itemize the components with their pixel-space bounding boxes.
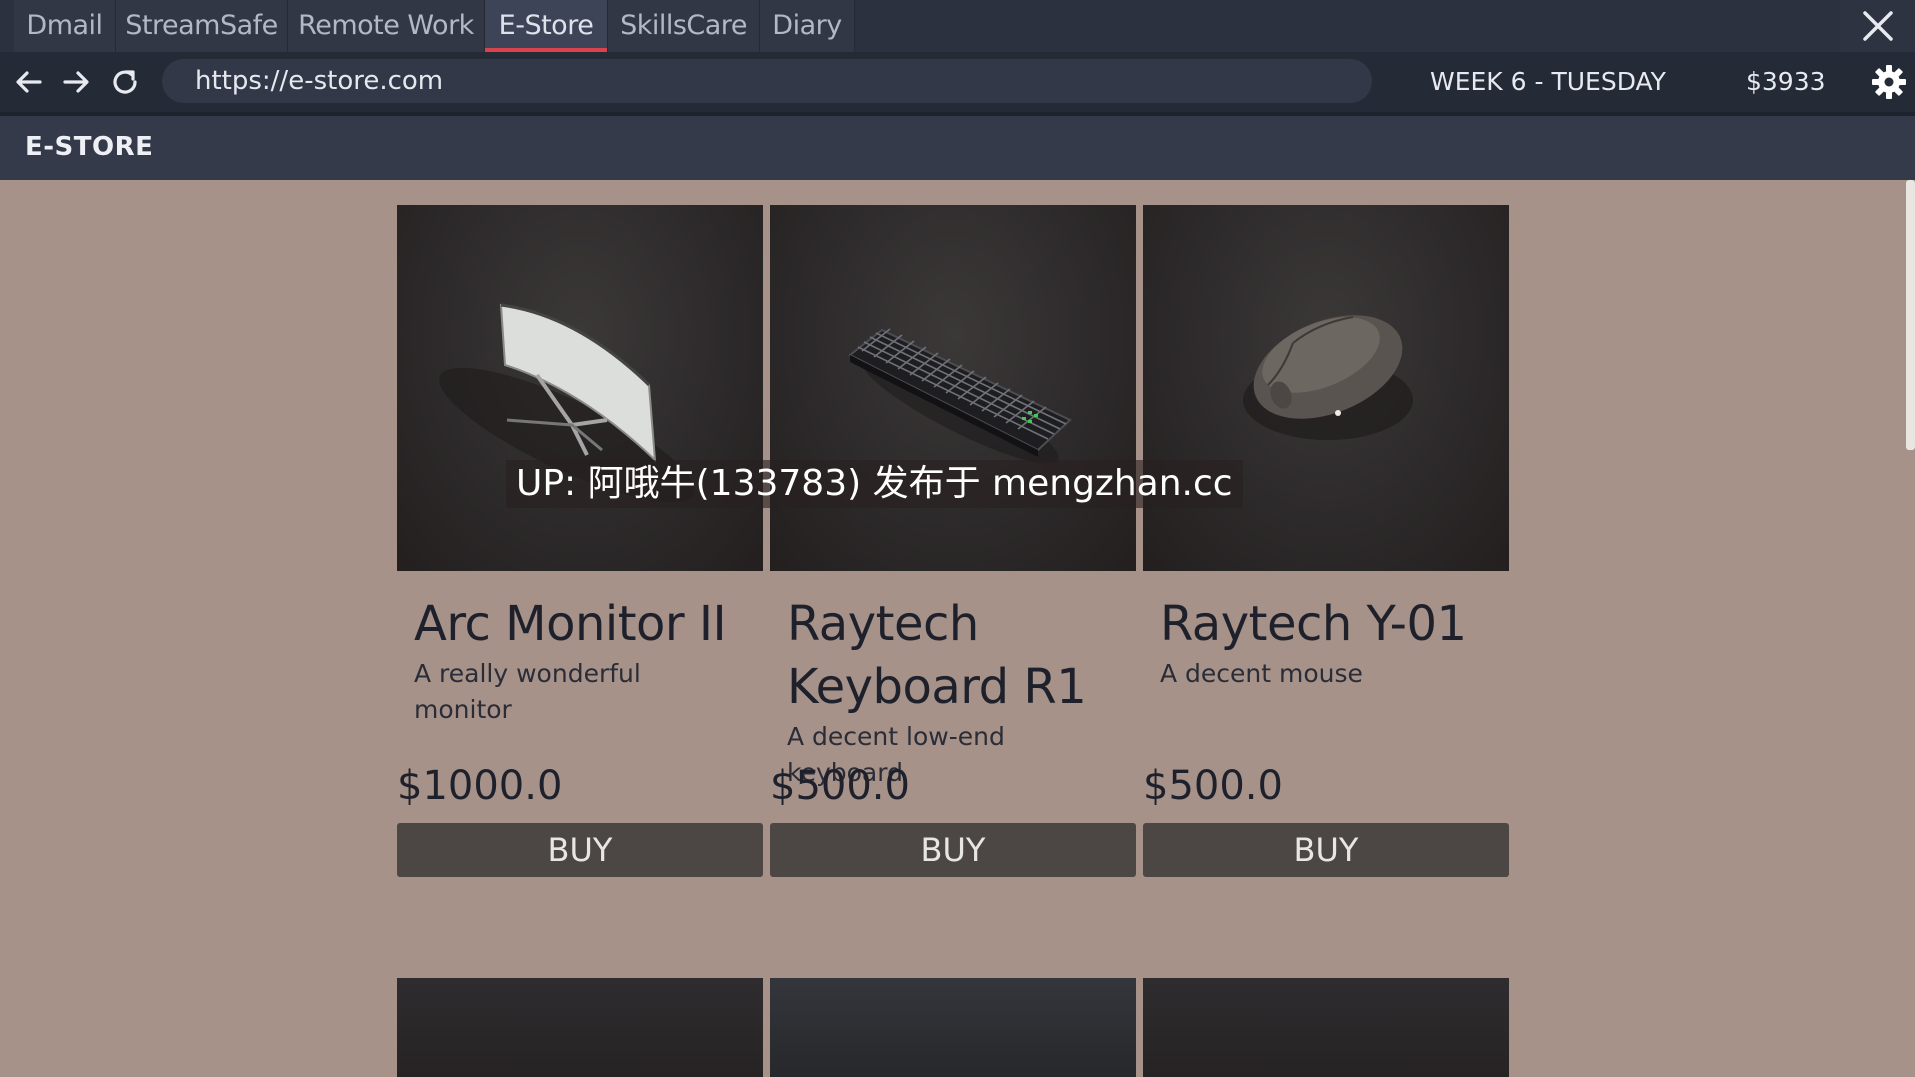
arrow-right-icon[interactable] — [60, 66, 92, 98]
tab-streamsafe[interactable]: StreamSafe — [116, 0, 288, 52]
product-image-partial — [1143, 978, 1509, 1077]
watermark-overlay: UP: 阿哦牛(133783) 发布于 mengzhan.cc — [506, 460, 1243, 508]
close-icon — [1862, 11, 1893, 41]
week-day-label: WEEK 6 - TUESDAY — [1430, 67, 1666, 96]
balance-label: $3933 — [1746, 67, 1826, 96]
buy-button-mouse[interactable]: BUY — [1143, 823, 1509, 877]
tab-dmail[interactable]: Dmail — [14, 0, 116, 52]
product-price: $500.0 — [1143, 763, 1283, 809]
product-name: Raytech Y-01 — [1160, 596, 1467, 652]
product-description: A really wonderful monitor — [414, 659, 641, 724]
tab-skillscare[interactable]: SkillsCare — [608, 0, 760, 52]
product-card-mouse: Raytech Y-01 A decent mouse — [1143, 205, 1509, 692]
monitor-image — [397, 205, 763, 571]
product-image-partial — [770, 978, 1136, 1077]
product-price: $500.0 — [770, 763, 910, 809]
gear-icon[interactable] — [1871, 64, 1907, 100]
product-description: A decent mouse — [1160, 659, 1363, 688]
tab-remote-work[interactable]: Remote Work — [288, 0, 485, 52]
navigation-bar: https://e-store.com WEEK 6 - TUESDAY $39… — [0, 52, 1915, 112]
buy-button-keyboard[interactable]: BUY — [770, 823, 1136, 877]
product-image-partial — [397, 978, 763, 1077]
tab-bar: Dmail StreamSafe Remote Work E-Store Ski… — [0, 0, 1915, 52]
tab-diary[interactable]: Diary — [760, 0, 855, 52]
store-header: E-STORE — [0, 112, 1915, 180]
reload-icon[interactable] — [109, 66, 141, 98]
mouse-image — [1143, 205, 1509, 571]
keyboard-image — [770, 205, 1136, 571]
scrollbar-thumb[interactable] — [1906, 180, 1915, 450]
product-price: $1000.0 — [397, 763, 563, 809]
url-input[interactable]: https://e-store.com — [162, 59, 1372, 103]
product-name: Raytech Keyboard R1 — [787, 596, 1087, 715]
close-button[interactable] — [1840, 0, 1915, 52]
product-name: Arc Monitor II — [414, 596, 727, 652]
buy-button-monitor[interactable]: BUY — [397, 823, 763, 877]
tab-e-store[interactable]: E-Store — [485, 0, 608, 52]
store-title: E-STORE — [25, 132, 154, 162]
arrow-left-icon[interactable] — [13, 66, 45, 98]
